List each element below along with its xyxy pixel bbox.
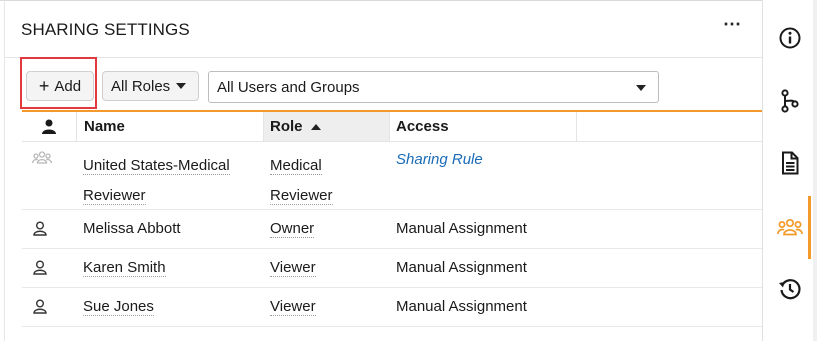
row-access: Manual Assignment <box>396 298 527 315</box>
user-icon <box>33 299 47 314</box>
page-title: SHARING SETTINGS <box>21 20 190 39</box>
row-name-link[interactable]: Sue Jones <box>83 298 154 316</box>
row-role-link[interactable]: Medical <box>270 157 322 175</box>
chevron-down-icon <box>636 85 646 91</box>
more-options-button[interactable]: ⋯ <box>723 14 742 35</box>
info-icon[interactable] <box>777 25 803 51</box>
access-column-header[interactable]: Access <box>390 112 576 141</box>
table-row: Karen Smith Viewer Manual Assignment <box>22 249 762 288</box>
role-column-header[interactable]: Role <box>264 112 389 141</box>
sharing-settings-panel: SHARING SETTINGS ⋯ + Add All Roles All U… <box>0 0 762 341</box>
row-access: Manual Assignment <box>396 220 527 237</box>
row-role: Owner <box>270 220 315 238</box>
group-icon <box>32 151 52 164</box>
row-role: Viewer <box>270 298 316 316</box>
row-role-link[interactable]: Owner <box>270 220 315 238</box>
add-button[interactable]: + Add <box>26 71 94 101</box>
row-role-link[interactable]: Viewer <box>270 259 316 277</box>
sharing-rule-link[interactable]: Sharing Rule <box>396 151 483 168</box>
row-name-link[interactable]: Karen Smith <box>83 259 166 277</box>
add-button-label: Add <box>54 77 82 95</box>
table-header: Name Role Access <box>22 112 762 142</box>
table-row: Sue Jones Viewer Manual Assignment <box>22 288 762 327</box>
row-role: Viewer <box>270 259 316 277</box>
user-icon <box>33 221 47 236</box>
users-groups-select-value: All Users and Groups <box>217 78 360 96</box>
row-role: Medical Reviewer <box>270 151 333 211</box>
row-access: Manual Assignment <box>396 259 527 276</box>
row-name-link[interactable]: Reviewer <box>83 187 146 205</box>
roles-filter-button[interactable]: All Roles <box>102 71 199 101</box>
row-role-link[interactable]: Reviewer <box>270 187 333 205</box>
users-icon[interactable] <box>777 214 803 240</box>
chevron-down-icon <box>176 83 187 89</box>
roles-filter-label: All Roles <box>111 77 171 95</box>
sort-ascending-icon <box>310 123 321 130</box>
branch-icon[interactable] <box>777 88 803 114</box>
right-sidebar <box>762 0 817 341</box>
row-name: Melissa Abbott <box>83 220 181 237</box>
plus-icon: + <box>38 76 50 96</box>
history-icon[interactable] <box>777 276 803 302</box>
person-icon <box>42 119 56 134</box>
table-row: United States-Medical Reviewer Medical R… <box>22 141 762 210</box>
active-tab-indicator <box>808 196 811 259</box>
panel-header: SHARING SETTINGS ⋯ <box>5 0 762 58</box>
scrollbar[interactable] <box>813 0 817 341</box>
row-name: Karen Smith <box>83 259 166 277</box>
row-name: United States-Medical Reviewer <box>83 151 230 211</box>
name-column-header[interactable]: Name <box>77 112 263 141</box>
type-column-header[interactable] <box>22 112 76 141</box>
name-column-label: Name <box>84 118 125 135</box>
table-row: Melissa Abbott Owner Manual Assignment <box>22 210 762 249</box>
row-name: Sue Jones <box>83 298 154 316</box>
row-role-link[interactable]: Viewer <box>270 298 316 316</box>
access-column-label: Access <box>396 118 449 135</box>
role-column-label: Role <box>270 118 303 135</box>
document-icon[interactable] <box>777 150 803 176</box>
user-icon <box>33 260 47 275</box>
users-groups-select[interactable]: All Users and Groups <box>208 71 659 103</box>
row-name-link[interactable]: United States-Medical <box>83 157 230 175</box>
